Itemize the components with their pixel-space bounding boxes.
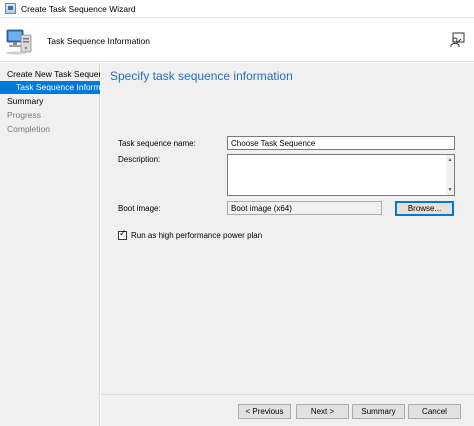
- person-help-icon: [450, 32, 465, 47]
- window-title: Create Task Sequence Wizard: [21, 3, 136, 14]
- boot-image-field: [227, 201, 382, 215]
- next-button[interactable]: Next >: [296, 404, 349, 419]
- high-performance-option[interactable]: ✓ Run as high performance power plan: [118, 228, 263, 240]
- sidebar-item-completion: Completion: [7, 124, 50, 134]
- title-bar: Create Task Sequence Wizard: [0, 0, 474, 18]
- boot-image-label: Boot image:: [118, 204, 161, 213]
- task-sequence-name-input[interactable]: [227, 136, 455, 150]
- header-title: Task Sequence Information: [47, 36, 151, 46]
- wizard-header: Task Sequence Information: [0, 18, 474, 62]
- wizard-content: Specify task sequence information Task s…: [101, 63, 474, 394]
- sidebar-item-summary[interactable]: Summary: [0, 95, 100, 108]
- high-performance-checkbox[interactable]: ✓: [118, 228, 127, 240]
- wizard-app-icon: [5, 3, 16, 14]
- high-performance-label: Run as high performance power plan: [131, 231, 263, 240]
- previous-button[interactable]: < Previous: [238, 404, 291, 419]
- sidebar-item-task-sequence-information[interactable]: Task Sequence Information: [0, 81, 100, 94]
- sidebar-item-progress: Progress: [7, 110, 42, 120]
- wizard-footer: < Previous Next > Summary Cancel: [101, 394, 474, 426]
- description-textarea[interactable]: [227, 154, 455, 196]
- wizard-steps-sidebar: Create New Task Sequence Task Sequence I…: [0, 63, 100, 426]
- checkmark-icon: ✓: [119, 228, 127, 238]
- computer-wizard-icon: [6, 29, 32, 55]
- scroll-up-arrow-icon[interactable]: ▲: [446, 156, 454, 164]
- description-label: Description:: [118, 155, 161, 164]
- page-heading: Specify task sequence information: [110, 69, 293, 83]
- task-sequence-name-label: Task sequence name:: [118, 139, 196, 148]
- scroll-down-arrow-icon[interactable]: ▼: [446, 186, 454, 194]
- cancel-button[interactable]: Cancel: [408, 404, 461, 419]
- summary-button[interactable]: Summary: [352, 404, 405, 419]
- sidebar-item-create-new-task-sequence[interactable]: Create New Task Sequence: [0, 68, 100, 81]
- description-scrollbar[interactable]: ▲ ▼: [446, 155, 454, 195]
- browse-button[interactable]: Browse...: [395, 201, 454, 216]
